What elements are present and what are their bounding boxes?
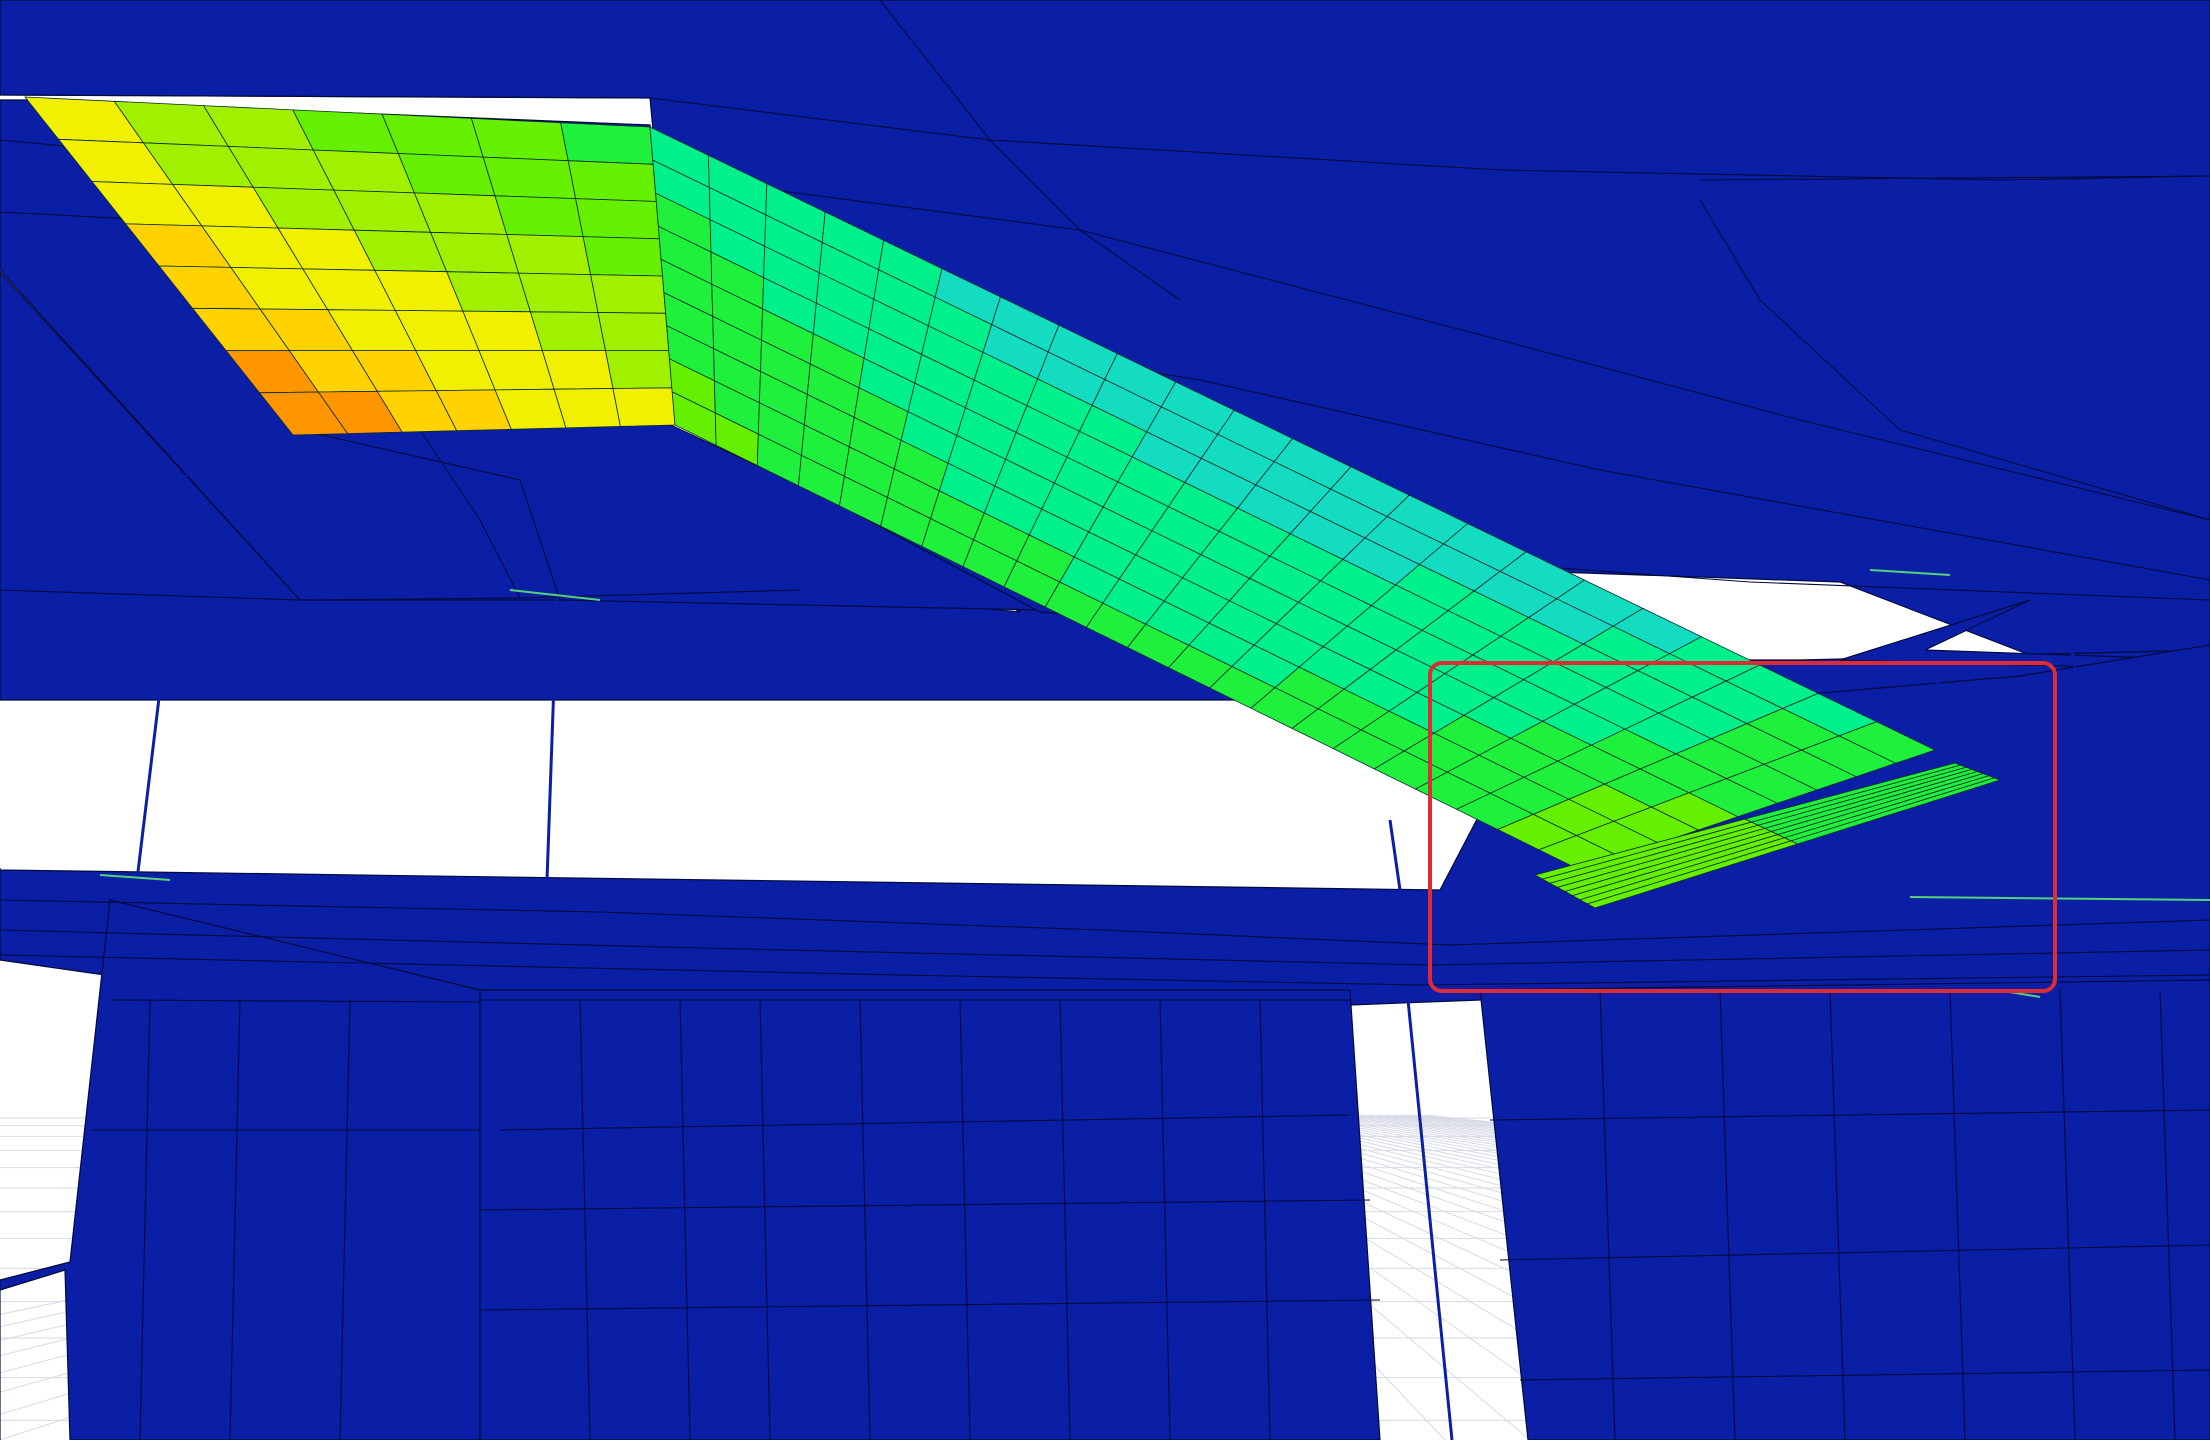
contour-cell <box>605 350 673 389</box>
contour-cell <box>541 350 614 390</box>
contour-cell <box>612 387 676 427</box>
contour-cell <box>529 311 606 351</box>
contour-cell <box>494 195 584 238</box>
contour-cell <box>482 156 577 200</box>
contour-cell <box>518 272 599 313</box>
contour-cell <box>506 234 592 276</box>
contour-cell <box>553 388 621 429</box>
fea-3d-viewport[interactable] <box>0 0 2210 1440</box>
contour-cell <box>560 122 654 165</box>
lower-right-wall[interactable] <box>1479 979 2210 1440</box>
contour-cell <box>575 198 660 240</box>
contour-cell <box>470 117 569 162</box>
contour-cell <box>590 274 667 314</box>
contour-cell <box>381 113 484 158</box>
contour-cell <box>597 312 670 351</box>
lower-center-wall[interactable] <box>479 989 1381 1440</box>
contour-cell <box>397 153 496 197</box>
contour-cell <box>567 160 657 202</box>
contour-cell <box>582 236 663 277</box>
